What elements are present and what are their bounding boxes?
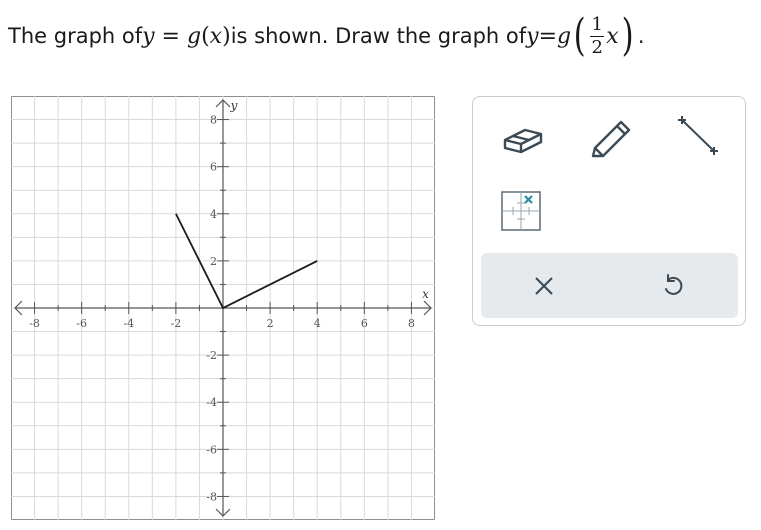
x-tick-label: -4 bbox=[123, 317, 134, 330]
graph-canvas[interactable]: -8 -6 -4 -2 2 4 6 8 8 6 4 2 -2 -4 -6 -8 x y bbox=[11, 96, 435, 520]
question-period: . bbox=[637, 24, 645, 48]
clear-button[interactable] bbox=[494, 253, 594, 318]
y-tick-label: 6 bbox=[210, 161, 217, 174]
y-axis-label: y bbox=[230, 98, 238, 112]
y-tick-label: 2 bbox=[210, 255, 217, 268]
x-tick-label: -6 bbox=[76, 317, 87, 330]
point-on-grid-icon bbox=[501, 191, 541, 231]
fraction: 12 bbox=[590, 13, 605, 58]
coordinate-graph[interactable]: -8 -6 -4 -2 2 4 6 8 8 6 4 2 -2 -4 -6 -8 x y bbox=[11, 96, 435, 520]
y-tick-label: 4 bbox=[210, 208, 217, 221]
question-middle: is shown. Draw the graph of bbox=[230, 24, 527, 48]
undo-icon bbox=[665, 273, 683, 295]
y-tick-label: 8 bbox=[210, 114, 217, 127]
question-prefix: The graph of bbox=[8, 24, 143, 48]
y-tick-label: -8 bbox=[206, 490, 217, 503]
pencil-tool[interactable] bbox=[585, 115, 635, 159]
eraser-icon bbox=[503, 128, 543, 154]
y-tick-label: -6 bbox=[206, 443, 217, 456]
x-tick-label: 4 bbox=[314, 317, 321, 330]
point-tool[interactable] bbox=[497, 189, 545, 233]
action-bar bbox=[481, 253, 738, 318]
x-axis-label: x bbox=[422, 287, 429, 301]
x-tick-label: 6 bbox=[361, 317, 368, 330]
target-function-expression: y = g(1 2 x) bbox=[526, 10, 634, 61]
x-tick-label: 8 bbox=[408, 317, 415, 330]
pencil-icon bbox=[591, 120, 631, 158]
undo-button[interactable] bbox=[623, 253, 723, 318]
x-tick-label: -8 bbox=[29, 317, 40, 330]
question-text: The graph of y = g(x) is shown. Draw the… bbox=[8, 14, 645, 58]
line-segment-tool[interactable] bbox=[671, 113, 723, 157]
x-tick-label: 2 bbox=[267, 317, 274, 330]
given-function-expression: y = g(x) bbox=[142, 23, 231, 49]
clear-x-icon bbox=[535, 276, 553, 295]
x-tick-label: -2 bbox=[171, 317, 182, 330]
drawing-tool-panel bbox=[472, 96, 746, 326]
y-tick-label: -4 bbox=[206, 396, 217, 409]
y-tick-label: -2 bbox=[206, 349, 217, 362]
eraser-tool[interactable] bbox=[497, 119, 547, 159]
line-segment-icon bbox=[678, 116, 718, 155]
